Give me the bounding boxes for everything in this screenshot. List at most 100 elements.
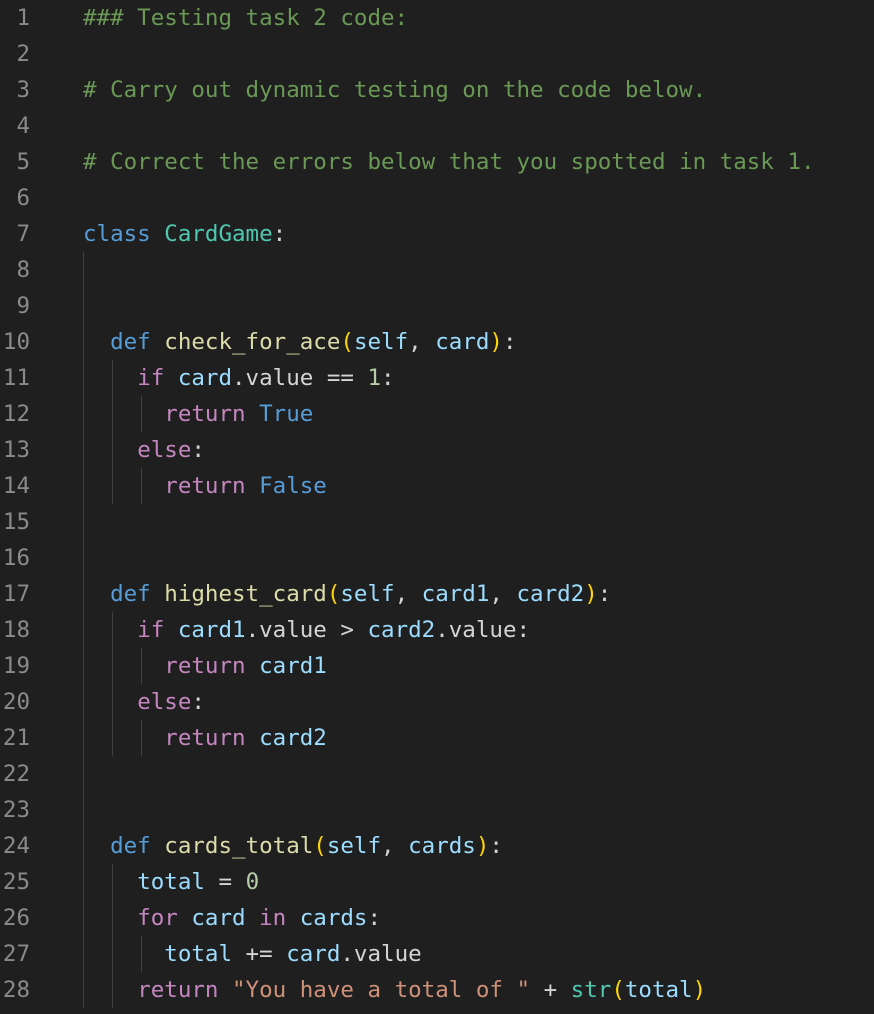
code-token: card1 (421, 581, 490, 607)
code-token: : (597, 581, 612, 607)
line-number: 2 (16, 41, 30, 67)
code-line[interactable]: 3 # Carry out dynamic testing on the code… (0, 72, 874, 108)
code-token: return (164, 653, 246, 679)
code-line[interactable]: 19 return card1 (0, 648, 874, 684)
code-token: card (191, 905, 246, 931)
code-line[interactable]: 4 (0, 108, 874, 144)
code-line[interactable]: 20 else: (0, 684, 874, 720)
code-token: else (137, 689, 192, 715)
code-token: ) (475, 833, 490, 859)
line-number: 3 (16, 77, 30, 103)
code-token: + (530, 977, 571, 1003)
code-line[interactable]: 25 total = 0 (0, 864, 874, 900)
code-line[interactable]: 17 def highest_card(self, card1, card2): (0, 576, 874, 612)
code-token: for (137, 905, 178, 931)
code-token: if (137, 365, 165, 391)
code-line[interactable]: 15 (0, 504, 874, 540)
code-token: = (204, 869, 246, 895)
code-token: .value (340, 941, 422, 967)
code-token: CardGame (164, 221, 273, 247)
code-token: self (326, 833, 382, 859)
code-text: return True (83, 396, 313, 432)
code-token: ( (313, 833, 327, 859)
code-text: ### Testing task 2 code: (83, 0, 408, 36)
code-token: return (164, 401, 246, 427)
code-line[interactable]: 27 total += card.value (0, 936, 874, 972)
code-token: total (164, 941, 233, 967)
line-number: 1 (16, 5, 30, 31)
code-line[interactable]: 5 # Correct the errors below that you spo… (0, 144, 874, 180)
code-text: total = 0 (83, 864, 259, 900)
code-editor[interactable]: 1 ### Testing task 2 code: 2 3 # Carry out d… (0, 0, 874, 1014)
code-text: return "You have a total of " + str(tota… (83, 972, 706, 1008)
code-line[interactable]: 10 def check_for_ace(self, card): (0, 324, 874, 360)
line-number: 18 (2, 617, 30, 643)
line-number: 16 (2, 545, 30, 571)
code-text: total += card.value (83, 936, 422, 972)
code-text: # Carry out dynamic testing on the code … (83, 72, 706, 108)
line-number: 4 (16, 113, 30, 139)
code-token: : (191, 689, 205, 715)
code-token: return (164, 725, 246, 751)
code-line[interactable]: 24 def cards_total(self, cards): (0, 828, 874, 864)
line-number: 12 (2, 401, 30, 427)
code-line[interactable]: 6 (0, 180, 874, 216)
code-line[interactable]: 22 (0, 756, 874, 792)
code-token: total (137, 869, 205, 895)
line-number: 6 (16, 185, 30, 211)
line-number: 24 (2, 833, 30, 859)
code-line[interactable]: 11 if card.value == 1: (0, 360, 874, 396)
code-token: False (259, 473, 327, 499)
line-number: 15 (2, 509, 30, 535)
code-line[interactable]: 8 (0, 252, 874, 288)
code-line[interactable]: 7 class CardGame: (0, 216, 874, 252)
code-line[interactable]: 2 (0, 36, 874, 72)
code-token: ( (611, 977, 625, 1003)
code-token: card2 (259, 725, 327, 751)
code-line[interactable]: 14 return False (0, 468, 874, 504)
code-line[interactable]: 12 return True (0, 396, 874, 432)
code-token: .value > (245, 617, 368, 643)
code-token: card1 (259, 653, 327, 679)
code-line[interactable]: 9 (0, 288, 874, 324)
code-token: += (232, 941, 287, 967)
code-token: if (137, 617, 165, 643)
line-number: 13 (2, 437, 30, 463)
code-token: # Carry out dynamic testing on the code … (83, 77, 707, 103)
code-token: 0 (245, 869, 260, 895)
code-token: : (191, 437, 205, 463)
code-line[interactable]: 16 (0, 540, 874, 576)
code-line[interactable]: 21 return card2 (0, 720, 874, 756)
code-line[interactable]: 28 return "You have a total of " + str(t… (0, 972, 874, 1008)
code-token: cards_total (164, 833, 314, 859)
line-number: 5 (16, 149, 30, 175)
code-line[interactable]: 23 (0, 792, 874, 828)
code-line[interactable]: 18 if card1.value > card2.value: (0, 612, 874, 648)
code-token: , (381, 833, 409, 859)
line-number: 17 (2, 581, 30, 607)
code-token: card (177, 365, 233, 391)
code-text: class CardGame: (83, 216, 286, 252)
code-text: if card.value == 1: (83, 360, 394, 396)
code-line[interactable]: 13 else: (0, 432, 874, 468)
code-line[interactable]: 26 for card in cards: (0, 900, 874, 936)
code-line[interactable]: 1 ### Testing task 2 code: (0, 0, 874, 36)
code-token: ) (489, 329, 503, 355)
